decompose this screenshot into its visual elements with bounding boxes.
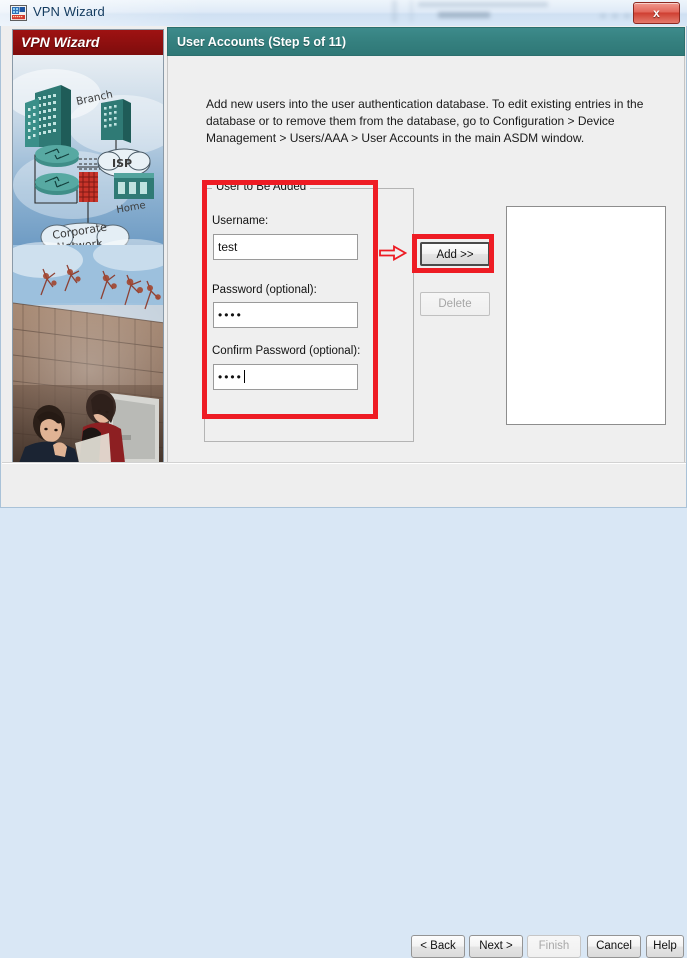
help-button[interactable]: Help (646, 935, 684, 958)
added-users-list[interactable] (506, 206, 666, 425)
confirm-password-value: •••• (218, 370, 243, 384)
username-label: Username: (212, 215, 269, 227)
close-button[interactable]: x (633, 2, 680, 24)
username-input[interactable]: test (213, 234, 358, 260)
delete-button: Delete (420, 292, 490, 316)
background-window-artifact (600, 14, 606, 18)
wizard-content-pane: Add new users into the user authenticati… (167, 56, 685, 463)
background-window-artifact (410, 0, 413, 22)
background-window-artifact (624, 14, 630, 18)
password-value: •••• (218, 308, 243, 322)
background-window-artifact (392, 0, 397, 22)
window-body: VPN Wizard Branch ISP Home Corporate Use… (0, 26, 687, 958)
banner-title: VPN Wizard (13, 30, 163, 55)
application-icon (10, 5, 27, 21)
page-description: Add new users into the user authenticati… (206, 97, 644, 145)
add-button[interactable]: Add >> (420, 242, 490, 266)
wizard-banner: VPN Wizard Branch ISP Home Corporate (12, 29, 164, 464)
finish-button: Finish (527, 935, 581, 958)
cancel-button[interactable]: Cancel (587, 935, 641, 958)
back-button[interactable]: < Back (411, 935, 465, 958)
window-titlebar: VPN Wizard x (0, 0, 687, 27)
red-arrow-icon (379, 245, 407, 261)
confirm-password-label: Confirm Password (optional): (212, 345, 361, 357)
username-value: test (218, 240, 238, 254)
group-legend: User to Be Added (212, 181, 311, 193)
background-window-artifact (418, 2, 548, 7)
password-input[interactable]: •••• (213, 302, 358, 328)
vpn-topology-illustration: Branch ISP Home Corporate (13, 55, 163, 463)
text-cursor (243, 370, 245, 383)
background-window-artifact (438, 12, 490, 18)
vpn-wizard-window: VPN Wizard x VPN Wizard Branch ISP Home … (0, 0, 687, 958)
next-button[interactable]: Next > (469, 935, 523, 958)
footer-bar: < Back Next > Finish Cancel Help (1, 464, 686, 958)
background-window-artifact (612, 14, 618, 18)
password-label: Password (optional): (212, 284, 317, 296)
svg-text:ISP: ISP (112, 157, 132, 170)
step-header: User Accounts (Step 5 of 11) (167, 27, 685, 56)
window-title: VPN Wizard (33, 4, 105, 19)
confirm-password-input[interactable]: •••• (213, 364, 358, 390)
